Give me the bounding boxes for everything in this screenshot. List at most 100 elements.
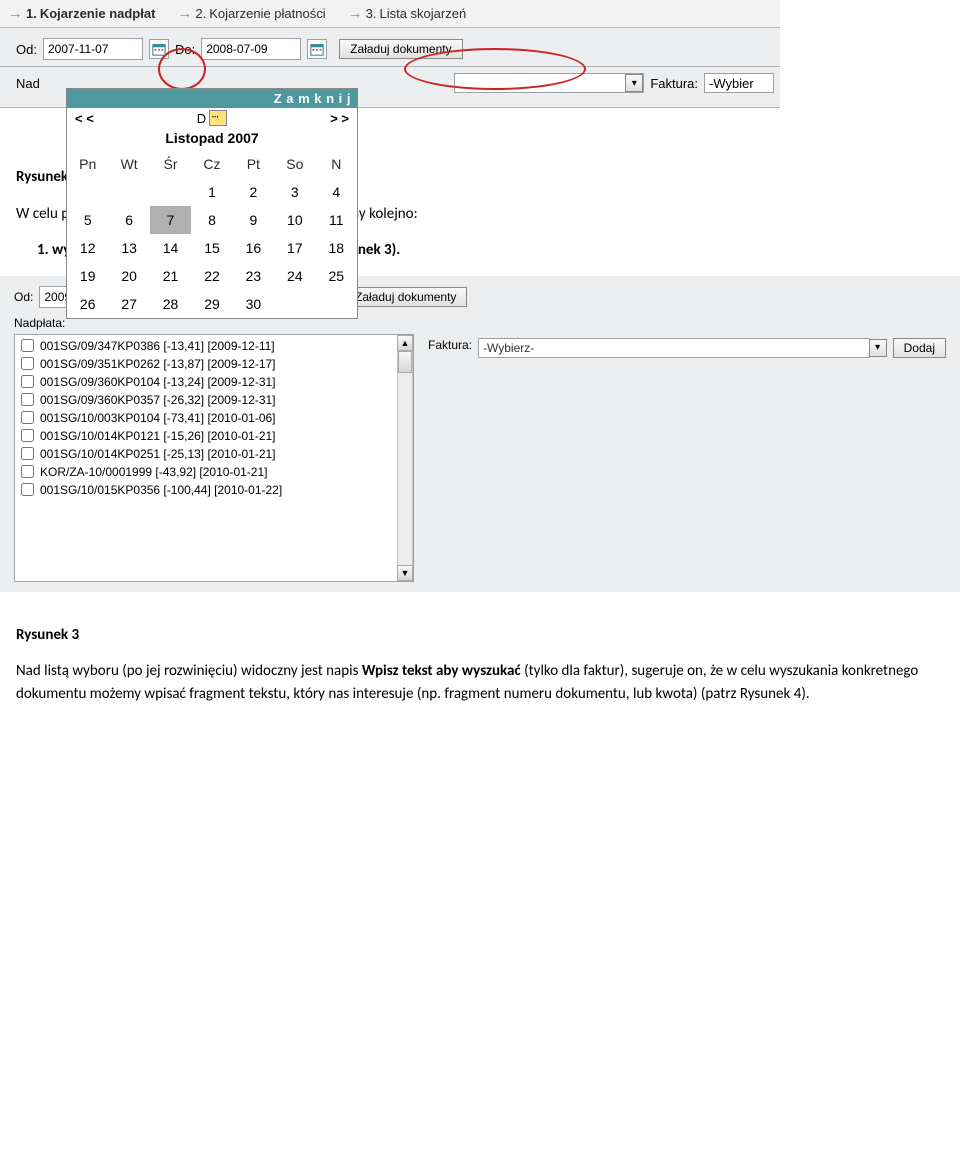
- calendar-day-cell[interactable]: 23: [233, 262, 274, 290]
- calendar-next-button[interactable]: > >: [330, 111, 349, 126]
- calendar-day-cell[interactable]: 12: [67, 234, 108, 262]
- calendar-icon[interactable]: [149, 39, 169, 59]
- calendar-day-cell[interactable]: 11: [316, 206, 357, 234]
- calendar-day-cell[interactable]: 22: [191, 262, 232, 290]
- scroll-thumb[interactable]: [398, 351, 412, 373]
- arrow-icon: [348, 5, 363, 22]
- calendar-day-cell[interactable]: 16: [233, 234, 274, 262]
- scroll-down-button[interactable]: ▼: [397, 565, 413, 581]
- calendar-day-cell[interactable]: 1: [191, 178, 232, 206]
- list-item-checkbox[interactable]: [21, 429, 34, 442]
- list-item[interactable]: 001SG/10/014KP0251 [-25,13] [2010-01-21]: [15, 445, 397, 463]
- calendar-day-cell[interactable]: 8: [191, 206, 232, 234]
- calendar-day-cell: [67, 178, 108, 206]
- calendar-day-cell[interactable]: 27: [108, 290, 149, 318]
- list-item-label: 001SG/09/351KP0262 [-13,87] [2009-12-17]: [40, 357, 276, 371]
- calendar-day-cell[interactable]: 9: [233, 206, 274, 234]
- calendar-today-button[interactable]: D: [197, 110, 227, 126]
- tab-lista-skojarzen[interactable]: 3. Lista skojarzeń: [344, 2, 477, 25]
- tab-num: 1.: [26, 6, 37, 21]
- calendar-day-cell[interactable]: 20: [108, 262, 149, 290]
- calendar-day-cell[interactable]: 7: [150, 206, 191, 234]
- faktura-label: Faktura:: [428, 338, 472, 352]
- list-item-label: 001SG/10/015KP0356 [-100,44] [2010-01-22…: [40, 483, 282, 497]
- list-item[interactable]: 001SG/09/360KP0357 [-26,32] [2009-12-31]: [15, 391, 397, 409]
- scroll-track[interactable]: [397, 351, 413, 565]
- calendar-icon[interactable]: [307, 39, 327, 59]
- calendar-nav: < < D > >: [67, 108, 357, 128]
- list-item[interactable]: 001SG/09/347KP0386 [-13,41] [2009-12-11]: [15, 337, 397, 355]
- list-item-checkbox[interactable]: [21, 465, 34, 478]
- calendar-day-cell[interactable]: 5: [67, 206, 108, 234]
- calendar-day-cell: [108, 178, 149, 206]
- list-item-checkbox[interactable]: [21, 339, 34, 352]
- do-input[interactable]: [201, 38, 301, 60]
- tab-kojarzenie-nadplat[interactable]: 1. Kojarzenie nadpłat: [4, 2, 165, 25]
- calendar-title: Listopad 2007: [67, 128, 357, 150]
- list-item-label: 001SG/10/014KP0121 [-15,26] [2010-01-21]: [40, 429, 276, 443]
- calendar-day-cell[interactable]: 10: [274, 206, 315, 234]
- calendar-day-cell[interactable]: 18: [316, 234, 357, 262]
- list-item-checkbox[interactable]: [21, 393, 34, 406]
- list-item[interactable]: 001SG/10/015KP0356 [-100,44] [2010-01-22…: [15, 481, 397, 499]
- calendar-day-header: N: [316, 150, 357, 178]
- calendar-day-cell[interactable]: 29: [191, 290, 232, 318]
- screenshot-2: Od: Do: Załaduj dokumenty Nadpłata: 001S…: [0, 276, 960, 592]
- tab-label: Kojarzenie nadpłat: [40, 6, 156, 21]
- calendar-day-header: Śr: [150, 150, 191, 178]
- list-item[interactable]: 001SG/10/014KP0121 [-15,26] [2010-01-21]: [15, 427, 397, 445]
- tab-kojarzenie-platnosci[interactable]: 2. Kojarzenie płatności: [173, 2, 335, 25]
- calendar-day-cell[interactable]: 4: [316, 178, 357, 206]
- list-item[interactable]: 001SG/09/360KP0104 [-13,24] [2009-12-31]: [15, 373, 397, 391]
- od-input[interactable]: [43, 38, 143, 60]
- calendar-day-cell[interactable]: 30: [233, 290, 274, 318]
- dodaj-button[interactable]: Dodaj: [893, 338, 946, 358]
- calendar-close-button[interactable]: Z a m k n i j: [67, 89, 357, 108]
- faktura-select[interactable]: -Wybierz-: [478, 338, 887, 358]
- load-documents-button[interactable]: Załaduj dokumenty: [339, 39, 462, 59]
- chevron-down-icon: [625, 74, 643, 92]
- calendar-day-cell[interactable]: 21: [150, 262, 191, 290]
- calendar-day-cell[interactable]: 14: [150, 234, 191, 262]
- nadplata-column: Nadpłata: 001SG/09/347KP0386 [-13,41] [2…: [14, 316, 414, 582]
- document-body: Rysunek 3 Nad listą wyboru (po jej rozwi…: [0, 600, 960, 706]
- od-label: Od:: [16, 42, 37, 57]
- list-item-checkbox[interactable]: [21, 447, 34, 460]
- calendar-day-cell[interactable]: 6: [108, 206, 149, 234]
- list-item-checkbox[interactable]: [21, 411, 34, 424]
- arrow-icon: [177, 5, 192, 22]
- calendar-day-cell[interactable]: 24: [274, 262, 315, 290]
- calendar-popup: Z a m k n i j < < D > > Listopad 2007 Pn…: [66, 88, 358, 319]
- calendar-day-header: Wt: [108, 150, 149, 178]
- calendar-day-cell[interactable]: 15: [191, 234, 232, 262]
- calendar-day-cell[interactable]: 2: [233, 178, 274, 206]
- chevron-down-icon[interactable]: [869, 339, 887, 357]
- calendar-day-cell[interactable]: 19: [67, 262, 108, 290]
- calendar-day-cell[interactable]: 17: [274, 234, 315, 262]
- calendar-day-cell[interactable]: 28: [150, 290, 191, 318]
- list-item-checkbox[interactable]: [21, 375, 34, 388]
- list-item-checkbox[interactable]: [21, 357, 34, 370]
- calendar-day-cell[interactable]: 26: [67, 290, 108, 318]
- nadplata-hidden-select[interactable]: [454, 73, 644, 93]
- scroll-up-button[interactable]: ▲: [397, 335, 413, 351]
- calendar-today-label: D: [197, 111, 206, 126]
- nadplata-listbox[interactable]: 001SG/09/347KP0386 [-13,41] [2009-12-11]…: [14, 334, 414, 582]
- list-item[interactable]: 001SG/09/351KP0262 [-13,87] [2009-12-17]: [15, 355, 397, 373]
- faktura-select[interactable]: -Wybier: [704, 73, 774, 93]
- load-documents-button[interactable]: Załaduj dokumenty: [344, 287, 467, 307]
- calendar-day-cell[interactable]: 3: [274, 178, 315, 206]
- scrollbar[interactable]: ▲ ▼: [397, 335, 413, 581]
- calendar-day-cell[interactable]: 25: [316, 262, 357, 290]
- calendar-day-cell[interactable]: 13: [108, 234, 149, 262]
- figure-caption: Rysunek 3: [16, 624, 944, 647]
- list-item-checkbox[interactable]: [21, 483, 34, 496]
- calendar-grid: PnWtŚrCzPtSoN 12345678910111213141516171…: [67, 150, 357, 318]
- calendar-day-cell: [316, 290, 357, 318]
- list-item[interactable]: 001SG/10/003KP0104 [-73,41] [2010-01-06]: [15, 409, 397, 427]
- nadplata-label-partial: Nad: [16, 76, 40, 91]
- calendar-prev-button[interactable]: < <: [75, 111, 94, 126]
- date-filter-row: Od: Do: Załaduj dokumenty: [0, 28, 780, 67]
- list-item-label: 001SG/09/347KP0386 [-13,41] [2009-12-11]: [40, 339, 275, 353]
- list-item[interactable]: KOR/ZA-10/0001999 [-43,92] [2010-01-21]: [15, 463, 397, 481]
